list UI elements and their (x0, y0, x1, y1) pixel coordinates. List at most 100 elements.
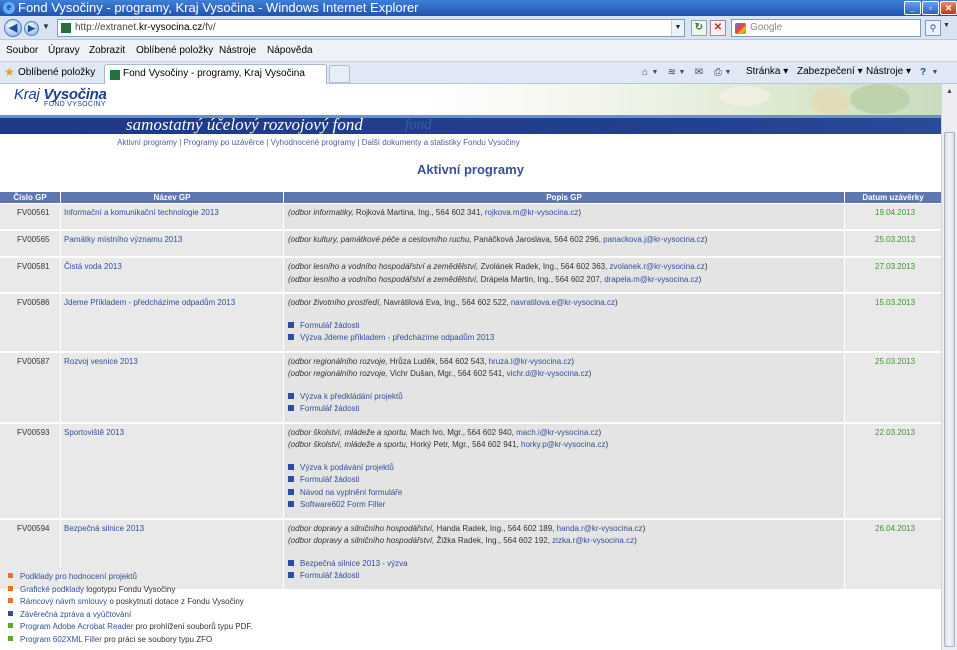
url-field[interactable]: http://extranet.kr-vysocina.cz/fv/ ▼ (57, 19, 685, 37)
bullet-square-icon (8, 573, 13, 578)
logo-kraj: Kraj (14, 86, 44, 103)
help-dropdown-icon[interactable]: ▼ (931, 66, 939, 79)
subnav-programy-po-uzaverce[interactable]: Programy po uzávěrce (184, 138, 264, 147)
help-icon[interactable]: ? (916, 66, 930, 79)
subnav-dalsi-dokumenty[interactable]: Další dokumenty a statistiky Fondu Vysoč… (362, 138, 520, 147)
department: (odbor informatiky, (288, 208, 354, 217)
document-link[interactable]: Výzva k podávání projektů (288, 463, 394, 472)
footer-link[interactable]: Závěrečná zpráva a vyúčtování (20, 610, 131, 619)
contact-email-link[interactable]: zvolanek.r@kr-vysocina.cz (610, 262, 705, 271)
maximize-button[interactable]: ▫ (922, 1, 939, 15)
url-domain: kr-vysocina.cz (138, 22, 203, 33)
footer-link[interactable]: Podklady pro hodnocení projektů (20, 572, 137, 581)
search-options-icon[interactable]: ▼ (943, 22, 950, 29)
menu-oblibene[interactable]: Oblíbené položky (136, 45, 213, 56)
program-name-link[interactable]: Informační a komunikační technologie 201… (64, 208, 219, 217)
subnav-vyhodnocene-programy[interactable]: Vyhodnocené programy (271, 138, 356, 147)
footer-link-text: o poskytnutí dotace z Fondu Vysočiny (107, 597, 244, 607)
deadline-date: 25.03.2013 (875, 356, 916, 366)
contact-email-link[interactable]: hruza.l@kr-vysocina.cz (489, 357, 572, 366)
site-logo[interactable]: Kraj Vysočina FOND VYSOČINY (14, 86, 107, 108)
department: (odbor školství, mládeže a sportu, (288, 440, 409, 449)
favorites-star-icon[interactable]: ★ (4, 65, 15, 79)
document-link[interactable]: Bezpečná silnice 2013 - výzva (288, 559, 408, 568)
footer-link[interactable]: Program 602XML Filler (20, 635, 102, 644)
url-dropdown-icon[interactable]: ▼ (671, 20, 684, 36)
contact-email-link[interactable]: rojkova.m@kr-vysocina.cz (485, 208, 578, 217)
forward-button[interactable]: ▶ (24, 21, 39, 36)
document-link[interactable]: Formulář žádosti (288, 321, 360, 330)
footer-link[interactable]: Program Adobe Acrobat Reader (20, 622, 133, 631)
contact-close: ) (698, 274, 702, 284)
document-bullet-icon (288, 559, 294, 566)
history-dropdown-icon[interactable]: ▼ (42, 22, 50, 31)
contact-person: Drápela Martin, Ing., 564 602 207, (478, 274, 605, 284)
footer-link[interactable]: Rámcový návrh smlouvy (20, 597, 107, 606)
print-icon[interactable]: ⎙ (711, 66, 725, 79)
menu-napoveda[interactable]: Nápověda (267, 45, 313, 56)
subnav-aktivni-programy[interactable]: Aktivní programy (117, 138, 177, 147)
document-link[interactable]: Formulář žádosti (288, 404, 360, 413)
program-name-link[interactable]: Jdeme Příkladem - předcházíme odpadům 20… (64, 298, 235, 307)
contact-person: Rojková Martina, Ing., 564 602 341, (353, 208, 485, 217)
tools-menu[interactable]: Nástroje ▾ (866, 66, 911, 77)
refresh-button[interactable]: ↻ (691, 20, 707, 36)
footer-link[interactable]: Grafické podklady (20, 585, 84, 594)
program-name-link[interactable]: Rozvoj vesnice 2013 (64, 357, 138, 366)
document-link[interactable]: Návod na vyplnění formuláře (288, 488, 402, 497)
contact-email-link[interactable]: handa.r@kr-vysocina.cz (557, 524, 643, 533)
cell-desc: (odbor informatiky, Rojková Martina, Ing… (283, 204, 844, 229)
page-menu[interactable]: Stránka ▾ (746, 66, 788, 77)
menu-zobrazit[interactable]: Zobrazit (89, 45, 125, 56)
contact-email-link[interactable]: mach.i@kr-vysocina.cz (516, 428, 598, 437)
contact-email-link[interactable]: panackova.j@kr-vysocina.cz (603, 235, 705, 244)
vertical-scrollbar[interactable]: ▲ (941, 84, 957, 650)
print-dropdown-icon[interactable]: ▼ (724, 66, 732, 79)
contact-email-link[interactable]: navratilova.e@kr-vysocina.cz (511, 298, 615, 307)
minimize-button[interactable]: _ (904, 1, 921, 15)
document-bullet-icon (288, 572, 294, 578)
search-icon[interactable]: ⚲ (925, 20, 941, 36)
document-link[interactable]: Formulář žádosti (288, 475, 360, 484)
scroll-up-icon[interactable]: ▲ (944, 86, 955, 98)
cell-desc: (odbor školství, mládeže a sportu, Mach … (283, 423, 844, 518)
program-name-link[interactable]: Sportoviště 2013 (64, 428, 124, 437)
document-link[interactable]: Software602 Form Filler (288, 500, 385, 509)
contact-email-link[interactable]: horky.p@kr-vysocina.cz (521, 440, 605, 449)
home-icon[interactable]: ⌂ (638, 66, 652, 79)
scrollbar-thumb[interactable] (944, 132, 955, 647)
contact-line: (odbor lesního a vodního hospodářství a … (288, 275, 701, 284)
document-bullet-icon (288, 392, 294, 399)
program-name-link[interactable]: Čistá voda 2013 (64, 262, 122, 271)
program-name-link[interactable]: Památky místního významu 2013 (64, 235, 182, 244)
mail-icon[interactable]: ✉ (692, 66, 706, 79)
menu-upravy[interactable]: Úpravy (48, 45, 80, 56)
contact-line: (odbor informatiky, Rojková Martina, Ing… (288, 208, 581, 217)
search-field[interactable]: Google (731, 19, 921, 37)
department: (odbor kultury, památkové péče a cestovn… (288, 235, 472, 244)
program-id: FV00593 (17, 427, 50, 437)
security-menu[interactable]: Zabezpečení ▾ (797, 66, 863, 77)
department: (odbor lesního a vodního hospodářství a … (288, 274, 479, 284)
page-title: Aktivní programy (417, 162, 524, 177)
document-link[interactable]: Výzva Jdeme příkladem - předcházíme odpa… (288, 333, 494, 342)
feeds-dropdown-icon[interactable]: ▼ (678, 66, 686, 79)
contact-email-link[interactable]: vichr.d@kr-vysocina.cz (507, 369, 589, 378)
program-name-link[interactable]: Bezpečná silnice 2013 (64, 524, 144, 533)
contact-person: Mach Ivo, Mgr., 564 602 940, (408, 427, 517, 437)
back-button[interactable]: ◀ (4, 19, 22, 37)
contact-email-link[interactable]: drapela.m@kr-vysocina.cz (604, 275, 698, 284)
new-tab-button[interactable] (329, 65, 350, 83)
home-dropdown-icon[interactable]: ▼ (651, 66, 659, 79)
stop-button[interactable]: ✕ (710, 20, 726, 36)
contact-email-link[interactable]: zizka.r@kr-vysocina.cz (552, 536, 634, 545)
favorites-button[interactable]: Oblíbené položky (18, 67, 95, 78)
browser-tab[interactable]: Fond Vysočiny - programy, Kraj Vysočina (104, 64, 327, 84)
document-link[interactable]: Výzva k předkládání projektů (288, 392, 403, 401)
menu-soubor[interactable]: Soubor (6, 45, 38, 56)
menu-nastroje[interactable]: Nástroje (219, 45, 256, 56)
feeds-icon[interactable]: ≋ (665, 66, 679, 79)
document-link[interactable]: Formulář žádosti (288, 571, 360, 580)
footer-link-item: Závěrečná zpráva a vyúčtování (8, 610, 131, 619)
close-button[interactable]: ✕ (940, 1, 957, 15)
